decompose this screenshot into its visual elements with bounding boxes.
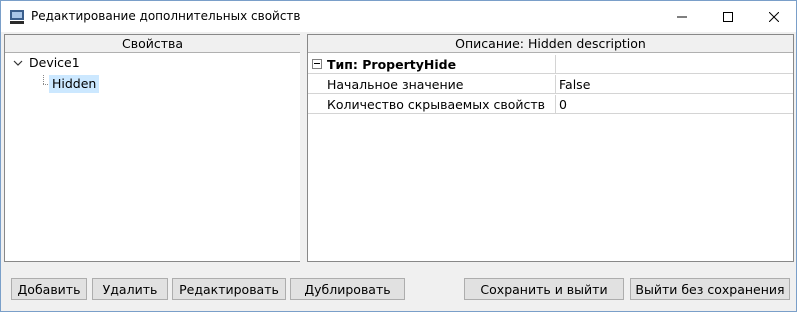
- grid-row-name: Количество скрываемых свойств: [324, 95, 556, 114]
- minimize-button[interactable]: [659, 1, 705, 32]
- minimize-icon: [677, 16, 687, 17]
- close-icon: [769, 11, 779, 22]
- tree-node-hidden[interactable]: Hidden: [49, 75, 100, 93]
- tree-node-device1[interactable]: Device1: [29, 54, 80, 72]
- grid-row[interactable]: Количество скрываемых свойств 0: [308, 95, 793, 115]
- grid-gutter: [308, 55, 324, 74]
- type-value: [556, 55, 793, 74]
- app-icon: [10, 10, 24, 24]
- edit-button[interactable]: Редактировать: [172, 278, 286, 300]
- window-title: Редактирование дополнительных свойств: [31, 9, 301, 23]
- grid-gutter: [308, 75, 324, 94]
- grid-row-value[interactable]: False: [556, 75, 793, 94]
- grid-row-name: Начальное значение: [324, 75, 556, 94]
- maximize-button[interactable]: [705, 1, 751, 32]
- save-and-exit-button[interactable]: Сохранить и выйти: [464, 278, 624, 300]
- exit-without-saving-button[interactable]: Выйти без сохранения: [630, 278, 790, 300]
- dialog-window: Редактирование дополнительных свойств Св…: [0, 0, 797, 312]
- description-header: Описание: Hidden description: [308, 35, 793, 53]
- properties-header: Свойства: [5, 35, 300, 53]
- grid-type-row: Тип: PropertyHide: [308, 55, 793, 75]
- grid-gutter: [308, 95, 324, 114]
- type-label: Тип: PropertyHide: [324, 55, 556, 74]
- panel-splitter[interactable]: [300, 34, 306, 262]
- add-button[interactable]: Добавить: [11, 278, 87, 300]
- description-panel: Описание: Hidden description Тип: Proper…: [307, 34, 794, 262]
- duplicate-button[interactable]: Дублировать: [290, 278, 405, 300]
- chevron-down-icon[interactable]: [13, 58, 23, 68]
- grid-row-value[interactable]: 0: [556, 95, 793, 114]
- grid-row[interactable]: Начальное значение False: [308, 75, 793, 95]
- properties-panel: Свойства Device1 Hidden: [4, 34, 301, 262]
- close-button[interactable]: [751, 1, 796, 32]
- collapse-icon[interactable]: [312, 59, 322, 69]
- maximize-icon: [723, 11, 733, 22]
- delete-button[interactable]: Удалить: [92, 278, 168, 300]
- tree-connector: [43, 75, 44, 84]
- title-bar[interactable]: Редактирование дополнительных свойств: [1, 1, 796, 32]
